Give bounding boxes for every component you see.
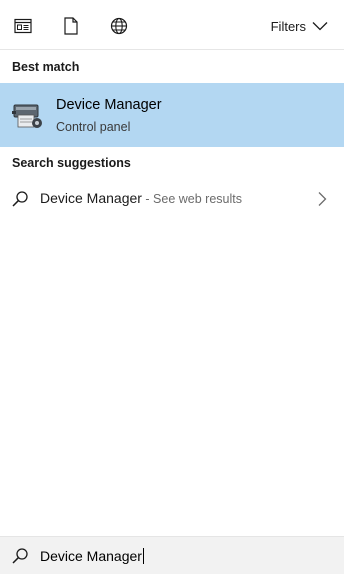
web-search-suggestion[interactable]: Device Manager - See web results — [0, 182, 344, 216]
filters-dropdown[interactable]: Filters — [271, 16, 328, 36]
suggestion-suffix: - See web results — [141, 192, 242, 206]
apps-filter-button[interactable] — [12, 15, 34, 37]
web-globe-icon — [110, 17, 128, 35]
best-match-header: Best match — [12, 60, 80, 74]
documents-icon — [64, 17, 78, 35]
web-filter-button[interactable] — [108, 15, 130, 37]
suggestion-query: Device Manager — [40, 190, 142, 206]
suggestion-text: Device Manager - See web results — [40, 190, 242, 206]
best-match-subtitle: Control panel — [56, 120, 131, 134]
documents-filter-button[interactable] — [60, 15, 82, 37]
filters-label: Filters — [270, 18, 306, 34]
search-icon — [12, 191, 28, 207]
device-manager-icon — [12, 104, 42, 128]
apps-icon — [14, 18, 32, 34]
best-match-result[interactable]: Device Manager Control panel — [0, 83, 344, 147]
search-box[interactable]: Device Manager — [0, 536, 344, 574]
search-input[interactable]: Device Manager — [40, 548, 144, 564]
chevron-down-icon — [312, 22, 328, 31]
search-suggestions-header: Search suggestions — [12, 156, 131, 170]
chevron-right-icon — [318, 192, 327, 206]
search-filter-toolbar: Filters — [0, 0, 344, 50]
search-input-value: Device Manager — [40, 548, 142, 564]
best-match-title: Device Manager — [56, 97, 162, 113]
text-caret — [142, 548, 144, 564]
search-icon — [12, 548, 28, 564]
